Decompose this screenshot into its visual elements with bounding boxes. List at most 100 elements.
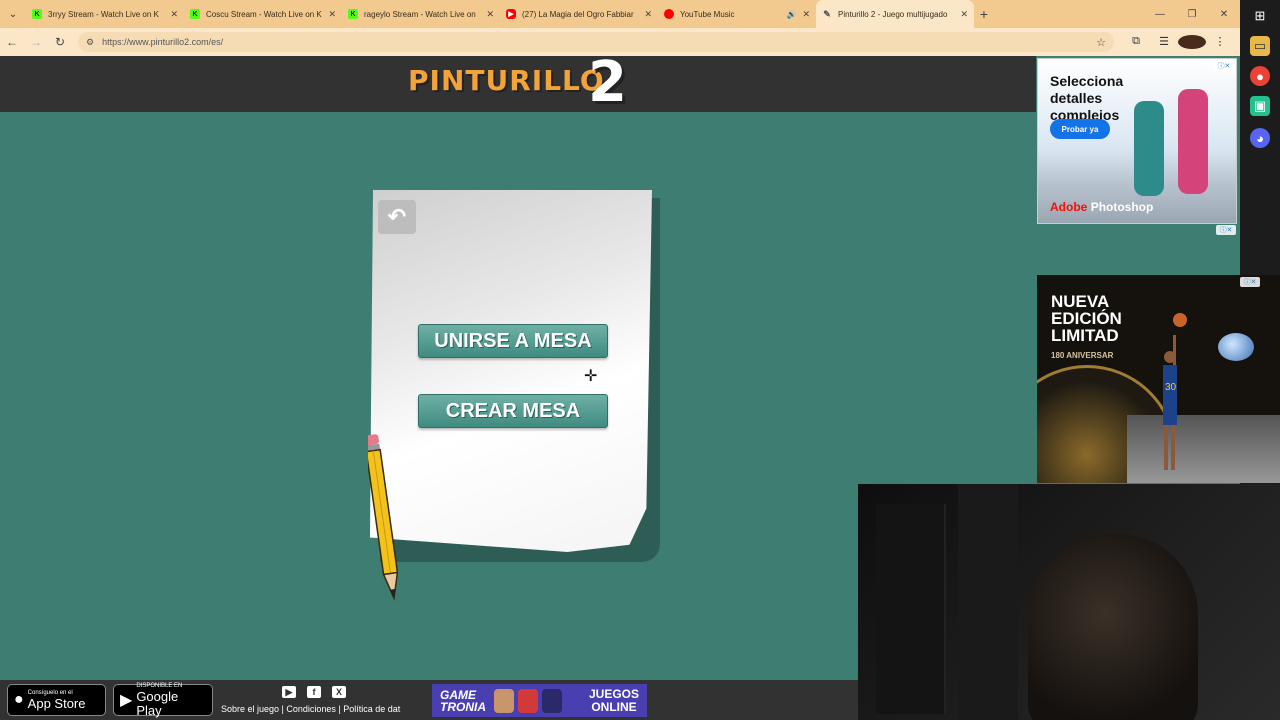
shelf-background — [876, 504, 946, 714]
forward-icon[interactable]: → — [24, 35, 48, 49]
app-icon[interactable]: ▣ — [1250, 96, 1270, 116]
join-table-button[interactable]: UNIRSE A MESA — [418, 324, 608, 358]
logo-text: PINTURILLO — [408, 64, 605, 97]
pencil-icon — [368, 434, 398, 601]
googleplay-big: Google Play — [136, 688, 179, 718]
youtube-icon[interactable]: ▶ — [282, 686, 296, 698]
address-bar[interactable]: ⚙ https://www.pinturillo2.com/es/ ☆ — [78, 32, 1114, 52]
brand-name: Photoshop — [1090, 200, 1154, 214]
tab-title: (27) La Magia del Ogro Fabbiar — [522, 9, 634, 19]
moon-surface — [1127, 415, 1280, 483]
gametronia-banner[interactable]: GAME TRONIA JUEGOS ONLINE — [432, 684, 647, 717]
door-background — [958, 484, 1018, 720]
tab-6-active[interactable]: ✎ Pinturillo 2 - Juego multijugado ✕ — [816, 0, 974, 28]
player-figure: 30 — [1163, 335, 1177, 470]
brand-prefix: Adobe — [1050, 200, 1088, 214]
menu-icon[interactable]: ⋮ — [1206, 35, 1234, 49]
tab-5[interactable]: YouTube Music 🔊 ✕ — [658, 0, 816, 28]
tab-4[interactable]: ▶ (27) La Magia del Ogro Fabbiar ✕ — [500, 0, 658, 28]
character-icon — [542, 688, 562, 713]
ad-cta-button[interactable]: Probar ya — [1050, 119, 1110, 139]
character-icons — [494, 688, 562, 713]
new-tab-button[interactable]: + — [974, 6, 994, 22]
juegos-online-label: JUEGOS ONLINE — [588, 686, 639, 714]
facebook-icon[interactable]: f — [307, 686, 321, 698]
juegos-line: ONLINE — [591, 699, 637, 714]
basketball-image — [1173, 313, 1187, 327]
profile-button[interactable]: I — [1178, 35, 1206, 49]
toolbar-icons: ⧉ ☰ I ⋮ — [1122, 35, 1234, 49]
app-store-badge[interactable]: ● Consíguelo en el App Store — [7, 684, 106, 716]
juegos-line: JUEGOS — [588, 686, 639, 701]
tab-title: YouTube Music — [680, 9, 735, 19]
tab-title: Coscu Stream - Watch Live on K — [206, 9, 322, 19]
back-arrow-button[interactable]: ↶ — [378, 200, 416, 234]
create-table-button[interactable]: CREAR MESA — [418, 394, 608, 428]
tab-search-button[interactable]: ⌄ — [0, 0, 26, 28]
ad-line: LIMITAD — [1051, 326, 1119, 345]
url-text[interactable]: https://www.pinturillo2.com/es/ — [102, 37, 1096, 47]
pencil-icon: ✎ — [823, 8, 831, 19]
tab-3[interactable]: K rageylo Stream - Watch Live on ✕ — [342, 0, 500, 28]
dancer-figure — [1134, 101, 1164, 196]
close-tab-icon[interactable]: ✕ — [328, 9, 336, 20]
tab-2[interactable]: K Coscu Stream - Watch Live on K ✕ — [184, 0, 342, 28]
tab-title: Pinturillo 2 - Juego multijugado — [838, 9, 948, 19]
back-icon[interactable]: ← — [0, 35, 24, 49]
gametronia-logo: GAME TRONIA — [440, 689, 486, 713]
close-tab-icon[interactable]: ✕ — [802, 9, 810, 20]
windows-start-icon[interactable]: ⊞ — [1250, 6, 1270, 26]
chrome-icon[interactable]: ● — [1250, 66, 1270, 86]
kick-icon: K — [32, 9, 42, 19]
jersey-number: 30 — [1165, 382, 1177, 393]
play-icon: ▶ — [120, 692, 133, 709]
discord-icon[interactable]: ◕ — [1250, 128, 1270, 148]
site-header: PINTURILLO 2 — [0, 50, 1036, 115]
site-info-icon[interactable]: ⚙ — [86, 37, 94, 48]
window-controls: — ❐ ✕ — [1144, 0, 1240, 28]
tab-title: 3rryy Stream - Watch Live on K — [48, 9, 159, 19]
site-footer: ● Consíguelo en el App Store ▶ DISPONIBLE… — [0, 680, 858, 720]
avatar: I — [1178, 35, 1206, 49]
site-logo[interactable]: PINTURILLO 2 — [408, 50, 627, 115]
earth-image — [1218, 333, 1254, 361]
ad-subline: 180 ANIVERSAR — [1051, 351, 1114, 360]
x-icon[interactable]: X — [332, 686, 346, 698]
logo-number: 2 — [588, 50, 628, 115]
ad-text: NUEVA EDICIÓN LIMITAD 180 ANIVERSAR — [1051, 293, 1122, 364]
footer-links[interactable]: Sobre el juego | Condiciones | Política … — [221, 704, 411, 714]
close-tab-icon[interactable]: ✕ — [486, 9, 494, 20]
close-window-icon[interactable]: ✕ — [1208, 0, 1240, 28]
minimize-icon[interactable]: — — [1144, 0, 1176, 28]
apple-icon: ● — [14, 691, 24, 708]
file-explorer-icon[interactable]: ▭ — [1250, 36, 1270, 56]
reload-icon[interactable]: ↻ — [48, 35, 72, 49]
adchoices-icon[interactable]: ⓘ✕ — [1240, 277, 1260, 287]
close-tab-icon[interactable]: ✕ — [644, 9, 652, 20]
menu-paper: ↶ UNIRSE A MESA CREAR MESA — [366, 190, 660, 562]
character-icon — [494, 688, 514, 713]
adchoices-icon[interactable]: ⓘ✕ — [1214, 61, 1234, 71]
appstore-big: App Store — [27, 695, 86, 711]
pinturillo-page: PINTURILLO 2 ↶ UNIRSE A MESA CREAR MESA … — [0, 50, 1280, 720]
crosshair-cursor: ✛ — [584, 368, 598, 385]
reading-list-icon[interactable]: ☰ — [1150, 35, 1178, 49]
google-play-badge[interactable]: ▶ DISPONIBLE EN Google Play — [113, 683, 213, 718]
photoshop-ad[interactable]: Selecciona detalles complejos Probar ya … — [1037, 58, 1237, 224]
tab-1[interactable]: K 3rryy Stream - Watch Live on K ✕ — [26, 0, 184, 28]
maximize-icon[interactable]: ❐ — [1176, 0, 1208, 28]
kick-icon: K — [190, 9, 200, 19]
gt-line: TRONIA — [440, 699, 486, 714]
ad-brand: Adobe Photoshop — [1050, 200, 1153, 214]
anniversary-ad[interactable]: 30 NUEVA EDICIÓN LIMITAD 180 ANIVERSAR ⓘ… — [1037, 275, 1280, 483]
dancer-figure — [1178, 89, 1208, 194]
adchoices-icon[interactable]: ⓘ✕ — [1216, 225, 1236, 235]
speaker-icon[interactable]: 🔊 — [786, 10, 796, 19]
close-tab-icon[interactable]: ✕ — [960, 9, 968, 20]
close-tab-icon[interactable]: ✕ — [170, 9, 178, 20]
extensions-icon[interactable]: ⧉ — [1122, 35, 1150, 49]
kick-icon: K — [348, 9, 358, 19]
youtube-icon: ▶ — [506, 9, 516, 19]
youtube-music-icon — [664, 9, 674, 19]
bookmark-star-icon[interactable]: ☆ — [1096, 36, 1106, 49]
